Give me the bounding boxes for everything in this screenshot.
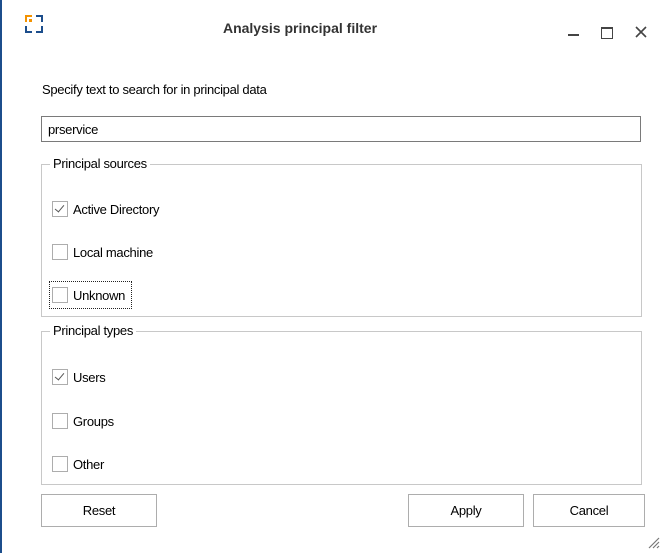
principal-sources-legend: Principal sources: [50, 156, 150, 172]
cancel-button[interactable]: Cancel: [533, 494, 645, 527]
close-icon: [635, 26, 647, 38]
checkbox-groups[interactable]: Groups: [52, 410, 114, 432]
checkbox-label: Active Directory: [73, 201, 160, 217]
principal-sources-group: Principal sources Active Directory Local…: [41, 156, 642, 317]
close-button[interactable]: [629, 20, 653, 44]
checkbox-box[interactable]: [52, 201, 68, 217]
checkbox-label: Unknown: [73, 287, 126, 303]
dialog-window: Analysis principal filter Specify text t…: [0, 0, 662, 553]
checkbox-other[interactable]: Other: [52, 453, 104, 475]
title-bar[interactable]: Analysis principal filter: [2, 0, 662, 66]
principal-types-legend: Principal types: [50, 323, 137, 339]
checkbox-box[interactable]: [52, 287, 68, 303]
search-prompt: Specify text to search for in principal …: [42, 82, 267, 97]
minimize-button[interactable]: [562, 20, 586, 44]
checkbox-box[interactable]: [52, 369, 68, 385]
reset-button[interactable]: Reset: [41, 494, 157, 527]
checkbox-box[interactable]: [52, 456, 68, 472]
checkbox-box[interactable]: [52, 244, 68, 260]
search-input[interactable]: [41, 116, 641, 142]
checkbox-box[interactable]: [52, 413, 68, 429]
checkbox-label: Other: [73, 456, 105, 472]
checkbox-unknown[interactable]: Unknown: [48, 281, 133, 309]
checkbox-active-directory[interactable]: Active Directory: [52, 198, 160, 220]
checkbox-label: Users: [73, 369, 106, 385]
checkbox-label: Groups: [73, 413, 114, 429]
maximize-button[interactable]: [595, 20, 619, 44]
resize-grip-icon[interactable]: [646, 535, 660, 549]
apply-button[interactable]: Apply: [408, 494, 524, 527]
checkbox-label: Local machine: [73, 244, 153, 260]
checkbox-local-machine[interactable]: Local machine: [52, 241, 153, 263]
window-title: Analysis principal filter: [222, 20, 378, 36]
principal-types-group: Principal types Users Groups Other: [41, 323, 642, 485]
checkbox-users[interactable]: Users: [52, 366, 106, 388]
